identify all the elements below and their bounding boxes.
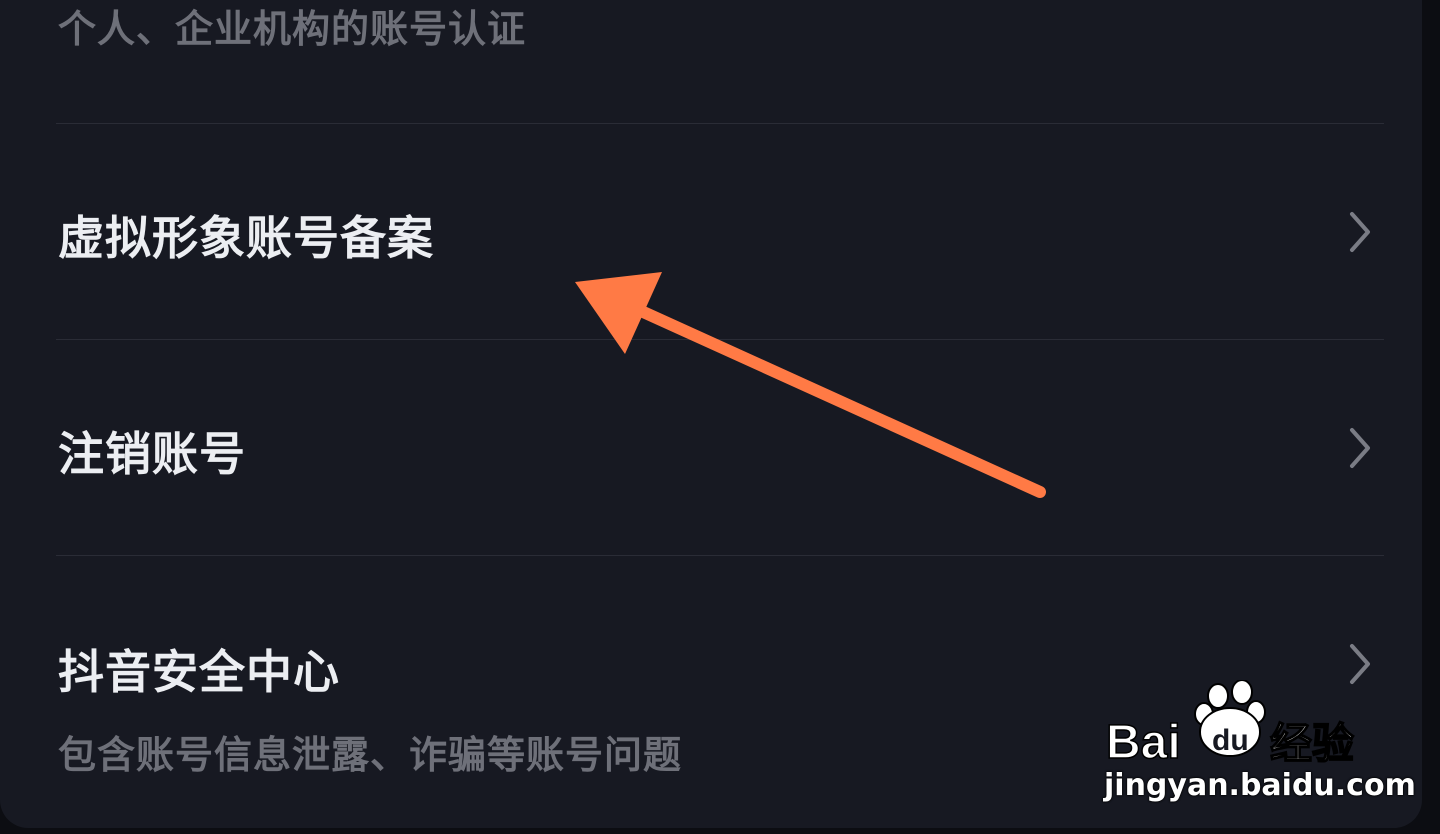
- svg-text:Bai: Bai: [1106, 716, 1181, 769]
- svg-text:经验: 经验: [1270, 719, 1354, 768]
- svg-text:du: du: [1212, 724, 1249, 757]
- watermark-url: jingyan.baidu.com: [1104, 768, 1416, 803]
